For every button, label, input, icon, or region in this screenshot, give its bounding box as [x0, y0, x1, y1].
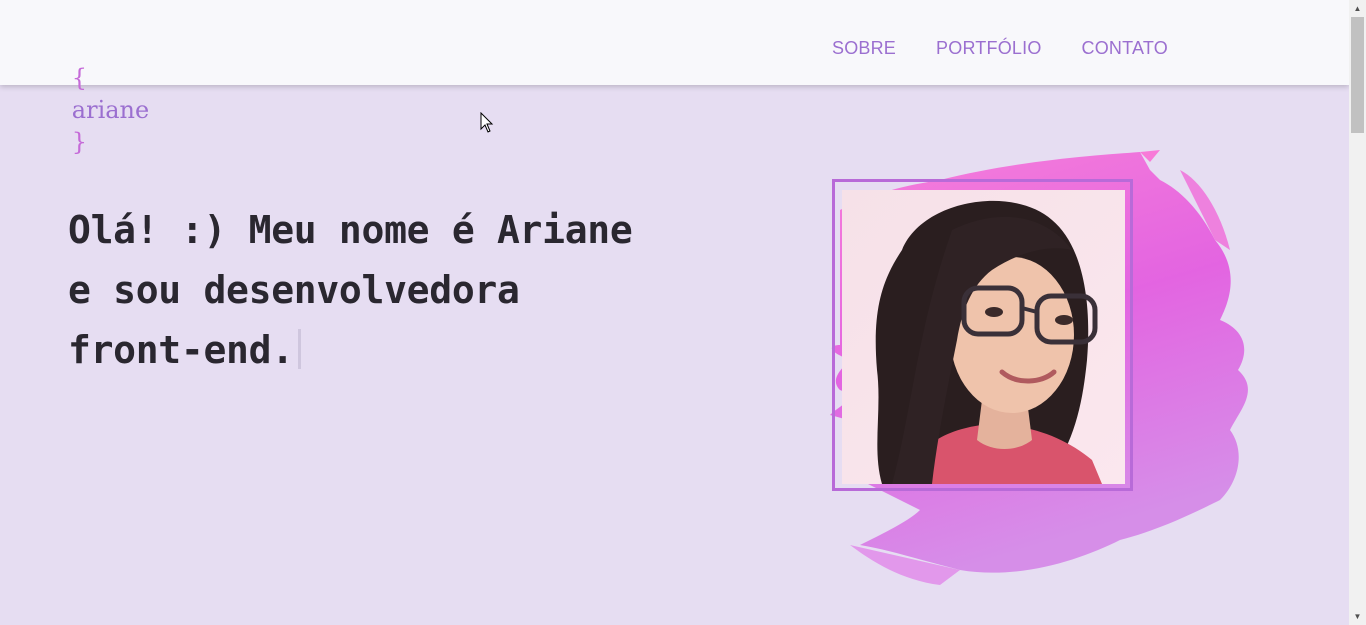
- logo[interactable]: { ariane }: [26, 30, 149, 190]
- nav-link-contato[interactable]: CONTATO: [1082, 38, 1168, 59]
- mouse-pointer-icon: [480, 112, 494, 133]
- arrow-up-icon[interactable]: ▲: [1349, 0, 1366, 17]
- profile-photo: [842, 190, 1125, 484]
- hero-headline: Olá! :) Meu nome é Ariane e sou desenvol…: [68, 200, 728, 380]
- scrollbar-thumb[interactable]: [1351, 17, 1364, 133]
- main-nav: SOBRE PORTFÓLIO CONTATO: [832, 38, 1168, 59]
- logo-close-brace: }: [71, 128, 88, 156]
- typing-caret: [297, 329, 301, 369]
- page-scrollbar[interactable]: ▲ ▼: [1349, 0, 1366, 625]
- hero-line-3: front-end.: [68, 320, 728, 380]
- logo-text: ariane: [71, 96, 150, 124]
- page: { ariane } SOBRE PORTFÓLIO CONTATO Olá! …: [0, 0, 1366, 625]
- hero-line-1: Olá! :) Meu nome é Ariane: [68, 208, 633, 252]
- profile-photo-illustration: [842, 190, 1125, 484]
- logo-open-brace: {: [71, 64, 88, 92]
- hero-line-2: e sou desenvolvedora: [68, 268, 520, 312]
- nav-link-sobre[interactable]: SOBRE: [832, 38, 896, 59]
- hero-line-3-text: front-end.: [68, 328, 294, 372]
- arrow-down-icon[interactable]: ▼: [1349, 608, 1366, 625]
- nav-link-portfolio[interactable]: PORTFÓLIO: [936, 38, 1042, 59]
- site-header: { ariane } SOBRE PORTFÓLIO CONTATO: [0, 0, 1349, 156]
